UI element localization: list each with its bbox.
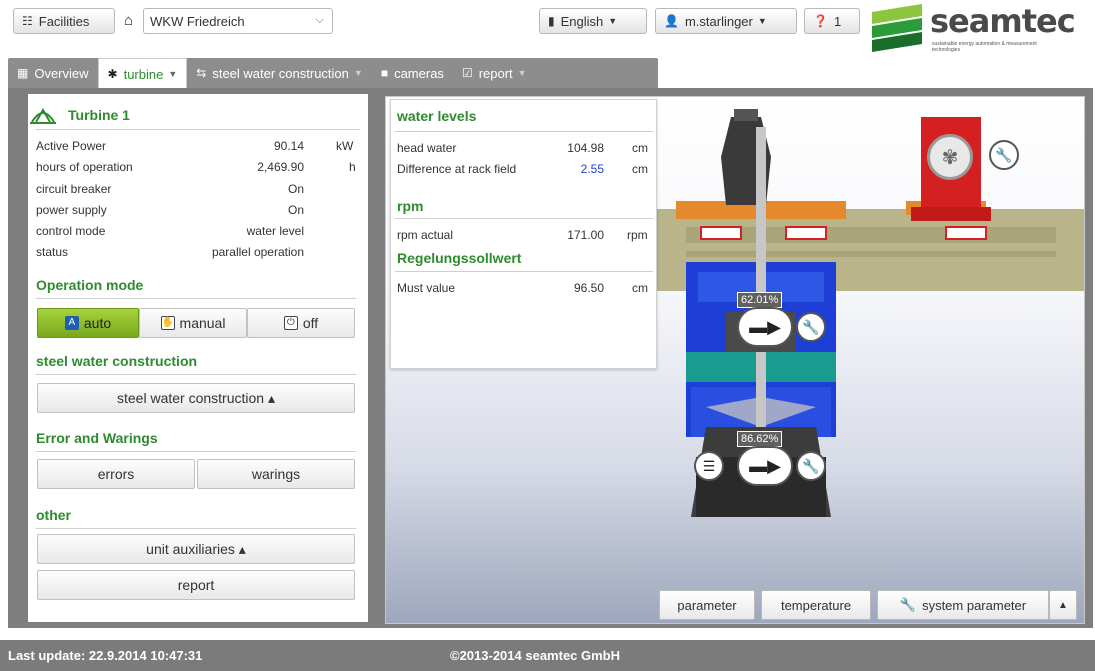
valve-icon: ▬▶ [749, 316, 781, 337]
turbine-header: Turbine 1 [30, 104, 130, 126]
operation-mode-title: Operation mode [36, 277, 144, 293]
mode-off-button[interactable]: ⏻ off [247, 308, 355, 338]
divider [395, 271, 653, 272]
divider [36, 528, 356, 529]
copyright: ©2013-2014 seamtec GmbH [450, 648, 621, 663]
gate1-percent: 62.01% [737, 292, 783, 308]
tab-turbine[interactable]: ✱ turbine ▼ [97, 58, 188, 89]
warnings-button[interactable]: warings [197, 459, 355, 489]
gate2-settings-button[interactable]: 🔧 [796, 451, 826, 481]
grid-icon: ▦ [17, 66, 29, 80]
power-icon: ⏻ [283, 316, 298, 330]
swap-icon: ⇆ [196, 66, 207, 80]
wrench-icon: 🔧 [802, 457, 820, 474]
valve-icon: ▬▶ [749, 455, 781, 476]
divider [36, 129, 360, 130]
hand-icon: ✋ [160, 316, 175, 330]
tab-overview[interactable]: ▦ Overview [8, 58, 98, 88]
caret-down-icon: ▼ [608, 16, 618, 26]
turbine-row: Active Power 90.14 kW [36, 139, 354, 153]
mode-auto-button[interactable]: A auto [37, 308, 139, 338]
parameter-button[interactable]: parameter [659, 590, 755, 620]
footer: Last update: 22.9.2014 10:47:31 ©2013-20… [0, 640, 1095, 671]
temperature-button[interactable]: temperature [761, 590, 871, 620]
list-icon: ☰ [702, 457, 716, 474]
steel-water-construction-button[interactable]: steel water construction ▴ [37, 383, 355, 413]
camera-icon: ■ [380, 66, 389, 80]
tab-steel-water-construction[interactable]: ⇆ steel water construction ▼ [187, 58, 372, 88]
turbine-row: circuit breaker On [36, 182, 304, 196]
errors-button[interactable]: errors [37, 459, 195, 489]
home-icon[interactable]: ⌂ [124, 12, 133, 29]
generator-settings-button[interactable]: 🔧 [989, 140, 1019, 170]
fan-icon: ✾ [941, 146, 959, 169]
turbine-row: control mode water level [36, 224, 304, 238]
turbine-title: Turbine 1 [68, 107, 130, 123]
help-icon: ❓ [813, 14, 828, 28]
user-icon: 👤 [664, 14, 679, 28]
water-levels-title: water levels [397, 108, 477, 124]
unit-auxiliaries-button[interactable]: unit auxiliaries ▴ [37, 534, 355, 564]
facility-select[interactable]: WKW Friedreich ⌵ [143, 8, 333, 34]
caret-down-icon: ▼ [517, 68, 527, 78]
gate2-percent: 86.62% [737, 431, 783, 447]
turbine-row: hours of operation 2,469.90 h [36, 160, 356, 174]
divider [36, 451, 356, 452]
system-parameter-button[interactable]: 🔧 system parameter [877, 590, 1049, 620]
turbine-row: power supply On [36, 203, 304, 217]
errors-title: Error and Warings [36, 430, 158, 446]
turbine-icon [30, 108, 56, 124]
wrench-icon: 🔧 [995, 146, 1013, 163]
caret-down-icon: ▼ [168, 69, 178, 79]
chevron-down-icon: ⌵ [315, 14, 324, 26]
wrench-icon: 🔧 [899, 597, 917, 612]
regelungssollwert-title: Regelungssollwert [397, 250, 522, 266]
other-title: other [36, 507, 71, 523]
check-icon: ☑ [461, 66, 473, 80]
language-dropdown[interactable]: ▮ English ▼ [539, 8, 647, 34]
generator-button[interactable]: ✾ [927, 134, 973, 180]
help-button[interactable]: ❓ 1 [804, 8, 860, 34]
divider [36, 298, 356, 299]
divider [395, 218, 653, 219]
comment-icon: ▮ [548, 14, 555, 28]
last-update: Last update: 22.9.2014 10:47:31 [8, 648, 203, 663]
report-button[interactable]: report [37, 570, 355, 600]
wrench-icon: 🔧 [802, 318, 820, 335]
gate2-valve-button[interactable]: ▬▶ [737, 446, 793, 486]
auto-icon: A [64, 316, 79, 330]
caret-down-icon: ▼ [353, 68, 363, 78]
water-levels-panel: water levels head water 104.98 cm Differ… [390, 99, 657, 369]
divider [395, 131, 653, 132]
caret-up-icon: ▲ [1058, 599, 1068, 611]
rpm-title: rpm [397, 198, 424, 214]
turbine-icon: ✱ [107, 67, 118, 81]
list-icon: ☷ [22, 14, 33, 28]
swc-title: steel water construction [36, 353, 198, 369]
nav-tabs: ▦ Overview ✱ turbine ▼ ⇆ steel water con… [8, 58, 658, 89]
divider [36, 374, 356, 375]
tab-report[interactable]: ☑ report ▼ [453, 58, 536, 88]
turbine-row: status parallel operation [36, 245, 304, 259]
gate2-list-button[interactable]: ☰ [694, 451, 724, 481]
tab-cameras[interactable]: ■ cameras [372, 58, 453, 88]
user-dropdown[interactable]: 👤 m.starlinger ▼ [655, 8, 797, 34]
facilities-button[interactable]: ☷ Facilities [13, 8, 115, 34]
gate1-valve-button[interactable]: ▬▶ [737, 307, 793, 347]
top-bar: ☷ Facilities ⌂ WKW Friedreich ⌵ ▮ Englis… [0, 0, 1095, 55]
gate1-settings-button[interactable]: 🔧 [796, 312, 826, 342]
system-parameter-toggle[interactable]: ▲ [1049, 590, 1077, 620]
logo-mark-icon [872, 4, 922, 52]
mode-manual-button[interactable]: ✋ manual [139, 308, 247, 338]
seamtec-logo: seamtec sustainable energy automation & … [872, 2, 1090, 54]
caret-down-icon: ▼ [757, 16, 767, 26]
